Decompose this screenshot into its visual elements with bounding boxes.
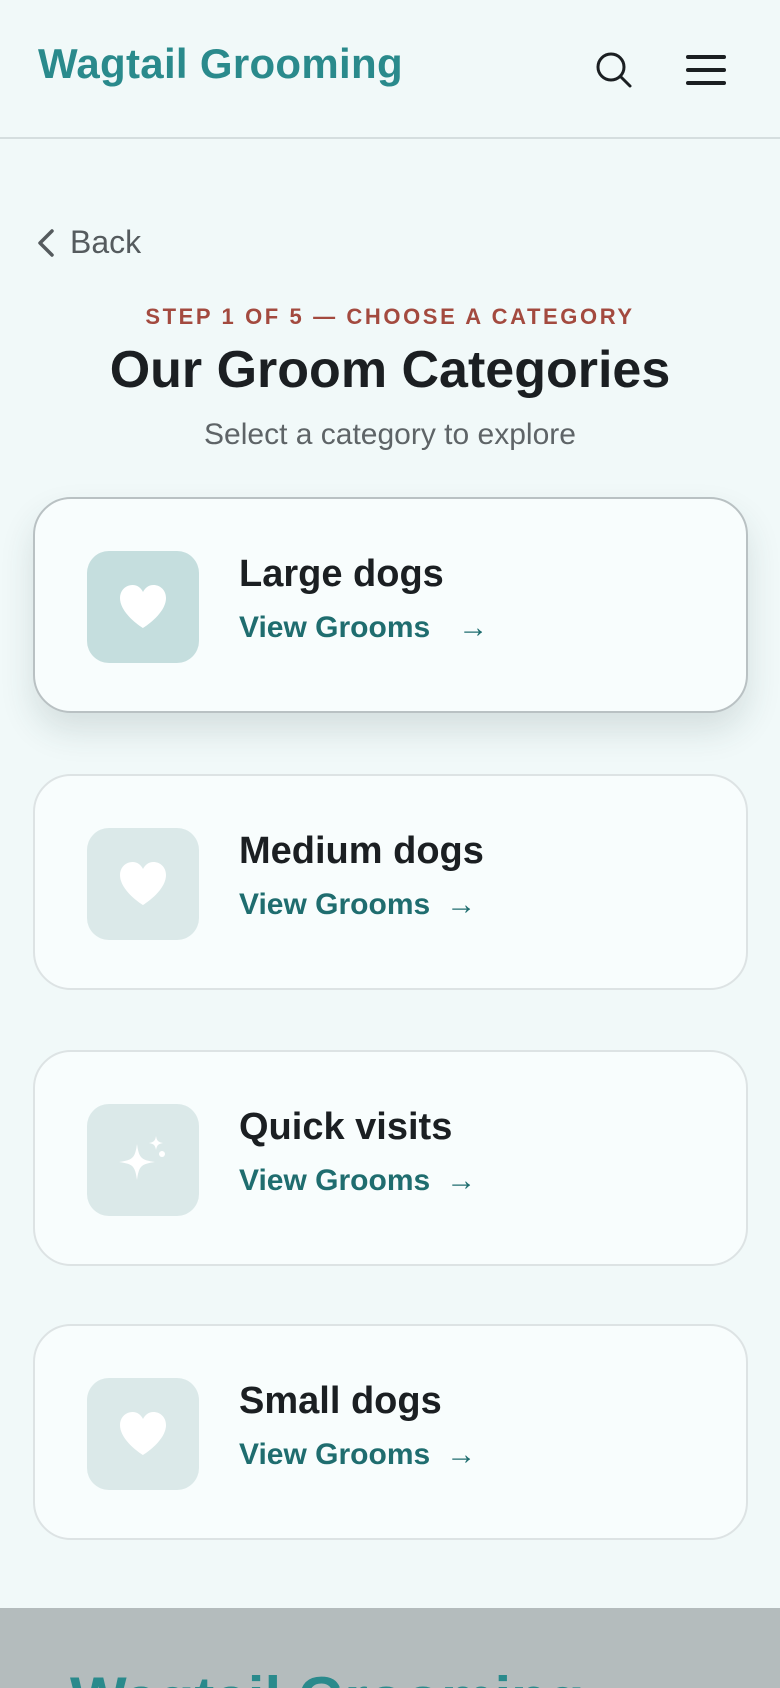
category-card-medium-dogs[interactable]: Medium dogs View Grooms → <box>33 774 748 990</box>
category-card-small-dogs[interactable]: Small dogs View Grooms → <box>33 1324 748 1540</box>
category-title: Large dogs <box>239 553 444 595</box>
hamburger-menu-icon <box>686 55 726 85</box>
page-subtitle: Select a category to explore <box>204 418 576 451</box>
category-card-large-dogs[interactable]: Large dogs View Grooms → <box>33 497 748 713</box>
category-title: Quick visits <box>239 1106 453 1148</box>
category-card-quick-visits[interactable]: Quick visits View Grooms → <box>33 1050 748 1266</box>
chevron-left-icon <box>38 228 54 257</box>
back-label: Back <box>70 224 142 260</box>
page-title: Our Groom Categories <box>109 341 671 399</box>
view-grooms-link[interactable]: View Grooms → <box>239 611 488 645</box>
arrow-right-icon: → <box>458 611 489 644</box>
category-icon-tile <box>87 828 199 940</box>
step-indicator: STEP 1 OF 5 — CHOOSE A CATEGORY <box>145 304 635 329</box>
view-grooms-label: View Grooms <box>239 1164 431 1197</box>
arrow-right-icon: → <box>446 1164 477 1197</box>
menu-button[interactable] <box>680 44 732 96</box>
app-header: Wagtail Grooming <box>0 0 780 139</box>
view-grooms-label: View Grooms <box>239 611 431 644</box>
back-link[interactable]: Back <box>36 224 141 261</box>
brand-logo[interactable]: Wagtail Grooming <box>38 40 403 88</box>
view-grooms-link[interactable]: View Grooms → <box>239 1438 476 1472</box>
heart-icon <box>120 862 166 905</box>
category-icon-tile <box>87 551 199 663</box>
category-title: Small dogs <box>239 1380 442 1422</box>
heart-icon <box>120 585 166 628</box>
footer-brand: Wagtail Grooming <box>70 1664 584 1688</box>
arrow-right-icon: → <box>446 1438 477 1471</box>
site-footer: Wagtail Grooming <box>0 1608 780 1688</box>
search-icon <box>596 52 632 88</box>
sparkle-icon <box>119 1136 165 1180</box>
arrow-right-icon: → <box>446 888 477 921</box>
view-grooms-link[interactable]: View Grooms → <box>239 1164 476 1198</box>
view-grooms-label: View Grooms <box>239 1438 431 1471</box>
category-title: Medium dogs <box>239 830 484 872</box>
category-icon-tile <box>87 1104 199 1216</box>
view-grooms-link[interactable]: View Grooms → <box>239 888 476 922</box>
search-button[interactable] <box>588 44 640 96</box>
category-icon-tile <box>87 1378 199 1490</box>
view-grooms-label: View Grooms <box>239 888 431 921</box>
heart-icon <box>120 1412 166 1455</box>
